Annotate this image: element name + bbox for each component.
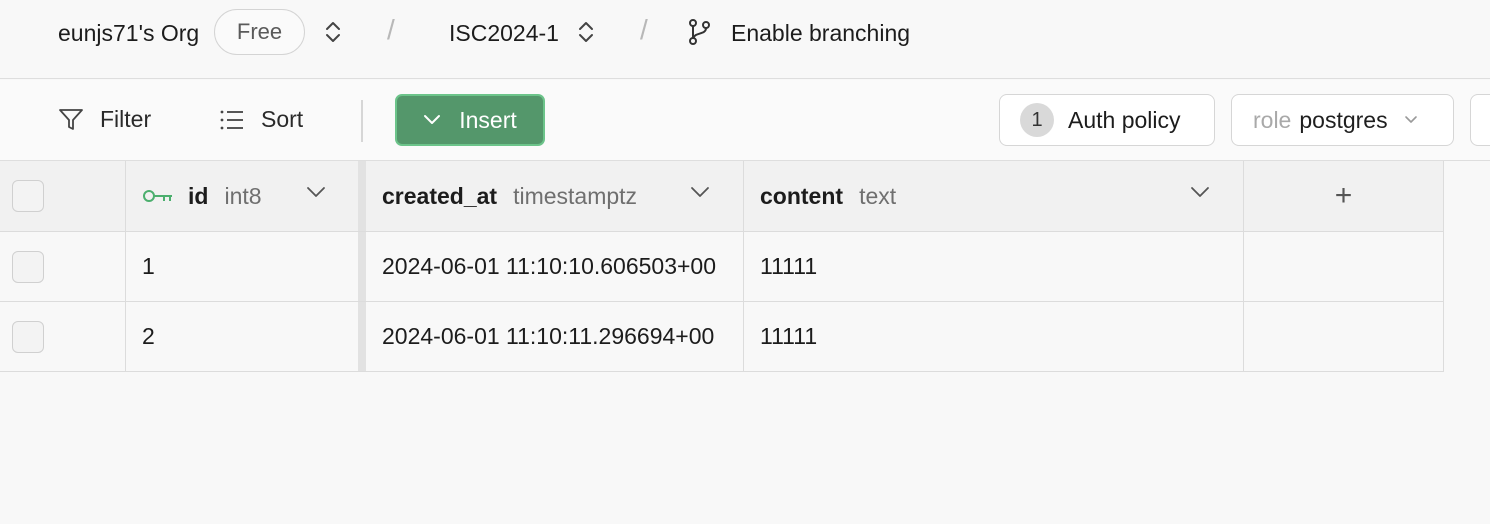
column-menu-chevron-down-icon[interactable]	[1189, 185, 1211, 199]
cell-created-at[interactable]: 2024-06-01 11:10:11.296694+00	[366, 302, 744, 372]
select-all-checkbox[interactable]	[12, 180, 44, 212]
breadcrumb-separator: /	[640, 14, 648, 45]
add-column-button[interactable]: +	[1244, 161, 1444, 232]
row-checkbox[interactable]	[12, 320, 44, 353]
top-nav-bar: eunjs71's Org Free / ISC2024-1 / Enable …	[0, 0, 1490, 79]
sort-button[interactable]: Sort	[219, 106, 303, 133]
cell-content[interactable]: 11111	[744, 232, 1244, 302]
column-menu-chevron-down-icon[interactable]	[305, 185, 327, 199]
breadcrumb-separator: /	[387, 14, 395, 45]
table-row[interactable]: 2 2024-06-01 11:10:11.296694+00 11111	[0, 302, 1444, 372]
filter-icon	[59, 108, 83, 130]
sort-label: Sort	[261, 106, 304, 132]
role-key-label: role	[1253, 106, 1292, 133]
column-type: int8	[224, 182, 262, 209]
frozen-column-divider	[358, 302, 366, 372]
table-row[interactable]: 1 2024-06-01 11:10:10.606503+00 11111	[0, 232, 1444, 302]
column-type: timestamptz	[513, 182, 638, 209]
filter-label: Filter	[100, 106, 152, 132]
column-name: created_at	[382, 182, 498, 209]
select-all-cell	[0, 161, 126, 232]
column-type: text	[859, 182, 897, 209]
cell-created-at[interactable]: 2024-06-01 11:10:10.606503+00	[366, 232, 744, 302]
auth-policy-label: Auth policy	[1068, 106, 1181, 133]
plus-icon: +	[1334, 179, 1353, 212]
insert-button[interactable]: Insert	[395, 94, 545, 146]
row-select-cell	[0, 232, 126, 302]
empty-cell	[1244, 302, 1444, 372]
toolbar-overflow-button[interactable]	[1470, 94, 1490, 146]
insert-label: Insert	[459, 106, 517, 133]
filter-button[interactable]: Filter	[58, 106, 151, 133]
empty-cell	[1244, 232, 1444, 302]
org-name[interactable]: eunjs71's Org	[58, 19, 199, 47]
table-toolbar: Filter Sort Insert 1 Auth policy role po…	[0, 80, 1490, 161]
enable-branching-button[interactable]: Enable branching	[731, 19, 910, 47]
grid-header-row: id int8 created_at timestamptz content t…	[0, 161, 1444, 232]
auth-policy-button[interactable]: 1 Auth policy	[999, 94, 1215, 146]
row-checkbox[interactable]	[12, 250, 44, 283]
role-value: postgres	[1299, 106, 1388, 133]
git-branch-icon	[689, 19, 710, 45]
column-name: id	[188, 182, 209, 209]
cell-content[interactable]: 11111	[744, 302, 1244, 372]
chevron-down-icon	[424, 115, 441, 124]
toolbar-divider	[361, 100, 363, 142]
data-grid: id int8 created_at timestamptz content t…	[0, 161, 1444, 372]
frozen-column-divider[interactable]	[358, 161, 366, 232]
role-select[interactable]: role postgres	[1231, 94, 1454, 146]
cell-id[interactable]: 1	[126, 232, 360, 302]
column-menu-chevron-down-icon[interactable]	[689, 185, 711, 199]
plan-badge: Free	[214, 9, 305, 55]
auth-policy-count-badge: 1	[1020, 103, 1054, 137]
project-switch-chevron-up-down-icon[interactable]	[575, 18, 597, 46]
column-name: content	[760, 182, 844, 209]
row-select-cell	[0, 302, 126, 372]
column-header-id[interactable]: id int8	[126, 161, 360, 232]
sort-list-icon	[220, 110, 243, 129]
cell-id[interactable]: 2	[126, 302, 360, 372]
column-header-content[interactable]: content text	[744, 161, 1244, 232]
org-switch-chevron-up-down-icon[interactable]	[322, 18, 344, 46]
frozen-column-divider	[358, 232, 366, 302]
project-name[interactable]: ISC2024-1	[449, 19, 559, 47]
column-header-created-at[interactable]: created_at timestamptz	[366, 161, 744, 232]
chevron-down-icon	[1404, 116, 1417, 123]
primary-key-icon	[143, 190, 172, 202]
